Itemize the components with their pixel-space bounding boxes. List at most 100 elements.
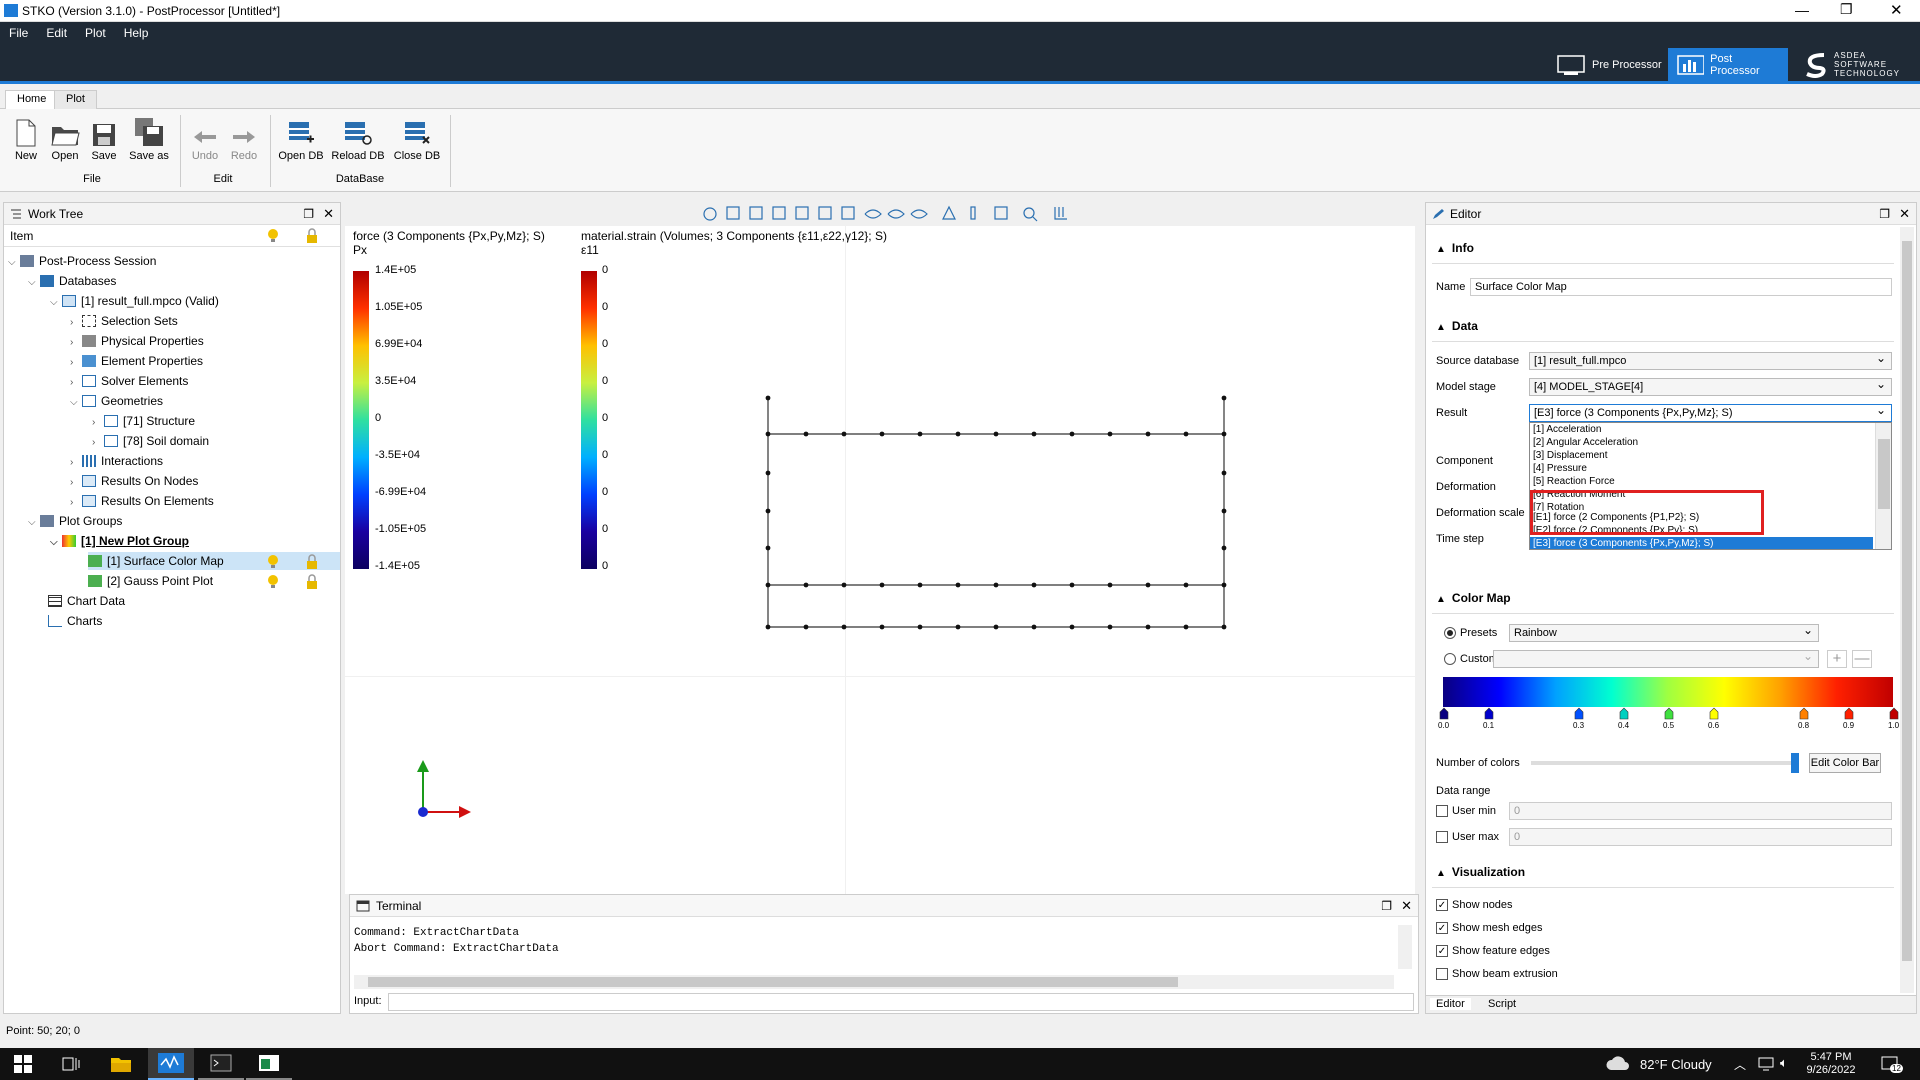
- result-select[interactable]: [E3] force (3 Components {Px,Py,Mz}; S): [1529, 403, 1892, 422]
- colormap-stop-handle[interactable]: [1574, 707, 1584, 720]
- scroll-thumb[interactable]: [368, 977, 1178, 987]
- tree-item-session[interactable]: ⌵ Post-Process Session: [8, 252, 156, 270]
- tab-script[interactable]: Script: [1482, 998, 1522, 1010]
- scroll-thumb[interactable]: [1902, 241, 1912, 961]
- user-max-checkbox[interactable]: User max: [1436, 831, 1499, 843]
- visibility-bulb-icon[interactable]: [266, 574, 280, 590]
- tree-item-geometries[interactable]: ⌵ Geometries: [70, 392, 163, 410]
- tree-item-charts[interactable]: Charts: [48, 612, 102, 630]
- undo-button[interactable]: Undo: [183, 117, 227, 162]
- tree-item-physical-properties[interactable]: › Physical Properties: [70, 332, 204, 350]
- windows-start-icon[interactable]: [0, 1048, 46, 1080]
- section-data[interactable]: Data: [1436, 319, 1478, 333]
- app-taskbar-icon[interactable]: [246, 1048, 292, 1080]
- close-db-button[interactable]: Close DB: [392, 117, 442, 162]
- menu-plot[interactable]: Plot: [76, 22, 115, 44]
- volume-icon[interactable]: 🔈︎: [1780, 1055, 1788, 1071]
- colormap-gradient[interactable]: [1443, 677, 1893, 707]
- tree-item-results-on-nodes[interactable]: › Results On Nodes: [70, 472, 198, 490]
- model-mesh[interactable]: [345, 226, 1415, 894]
- section-color-map[interactable]: Color Map: [1436, 591, 1511, 605]
- add-color-button[interactable]: +: [1827, 650, 1847, 668]
- dropdown-option[interactable]: [5] Reaction Force: [1530, 475, 1891, 488]
- model-stage-select[interactable]: [4] MODEL_STAGE[4]: [1529, 377, 1892, 396]
- clock[interactable]: 5:47 PM 9/26/2022: [1800, 1051, 1862, 1077]
- tree-item-element-properties[interactable]: › Element Properties: [70, 352, 203, 370]
- ncolors-slider-track[interactable]: [1531, 761, 1791, 765]
- user-max-input[interactable]: 0: [1509, 828, 1892, 846]
- terminal-taskbar-icon[interactable]: [198, 1048, 244, 1080]
- tree-item-plot-groups[interactable]: ⌵ Plot Groups: [28, 512, 122, 530]
- lock-icon[interactable]: [305, 574, 319, 590]
- menu-edit[interactable]: Edit: [37, 22, 76, 44]
- viewport[interactable]: force (3 Components {Px,Py,Mz}; S) Px 1.…: [345, 226, 1415, 894]
- file-explorer-icon[interactable]: [98, 1048, 144, 1080]
- chevron-up-icon[interactable]: ︿: [1734, 1056, 1746, 1073]
- open-button[interactable]: Open: [43, 117, 87, 162]
- tab-editor[interactable]: Editor: [1430, 998, 1471, 1010]
- user-min-input[interactable]: 0: [1509, 802, 1892, 820]
- terminal-vscrollbar[interactable]: [1398, 925, 1412, 969]
- new-button[interactable]: New: [4, 117, 48, 162]
- colormap-stop-handle[interactable]: [1619, 707, 1629, 720]
- close-panel-icon[interactable]: ✕: [1401, 898, 1412, 914]
- lock-icon[interactable]: [305, 554, 319, 570]
- close-panel-icon[interactable]: ✕: [1899, 206, 1910, 222]
- redo-button[interactable]: Redo: [222, 117, 266, 162]
- tab-plot[interactable]: Plot: [54, 90, 97, 109]
- presets-select[interactable]: Rainbow: [1509, 623, 1819, 642]
- network-icon[interactable]: [1757, 1056, 1775, 1072]
- post-processor-button[interactable]: Post Processor: [1668, 48, 1788, 81]
- menu-help[interactable]: Help: [115, 22, 158, 44]
- show-beam-extrusion-checkbox[interactable]: Show beam extrusion: [1436, 968, 1558, 980]
- weather-text[interactable]: 82°F Cloudy: [1640, 1057, 1712, 1072]
- colormap-stop-handle[interactable]: [1889, 707, 1899, 720]
- tree-item-structure[interactable]: › [71] Structure: [92, 412, 195, 430]
- edit-color-bar-button[interactable]: Edit Color Bar: [1809, 753, 1881, 773]
- tree-item-selection-sets[interactable]: › Selection Sets: [70, 312, 178, 330]
- tree-item-gauss-point-plot[interactable]: [2] Gauss Point Plot: [88, 572, 213, 590]
- dropdown-option[interactable]: [2] Angular Acceleration: [1530, 436, 1891, 449]
- minimize-button[interactable]: —: [1795, 2, 1809, 18]
- user-min-checkbox[interactable]: User min: [1436, 805, 1496, 817]
- task-view-icon[interactable]: [48, 1048, 94, 1080]
- tree-item-interactions[interactable]: › Interactions: [70, 452, 163, 470]
- view-tool-icons[interactable]: [345, 202, 1415, 224]
- menu-file[interactable]: File: [0, 22, 37, 44]
- reload-db-button[interactable]: Reload DB: [330, 117, 386, 162]
- tree-item-results-on-elements[interactable]: › Results On Elements: [70, 492, 214, 510]
- tree-item-databases[interactable]: ⌵ Databases: [28, 272, 116, 290]
- editor-scrollbar[interactable]: [1900, 227, 1914, 993]
- dropdown-option[interactable]: [1] Acceleration: [1530, 423, 1891, 436]
- source-db-select[interactable]: [1] result_full.mpco: [1529, 351, 1892, 370]
- colormap-stop-handle[interactable]: [1844, 707, 1854, 720]
- name-input[interactable]: Surface Color Map: [1470, 278, 1892, 296]
- ncolors-slider-handle[interactable]: [1791, 753, 1799, 773]
- dropdown-option-selected[interactable]: [E3] force (3 Components {Px,Py,Mz}; S): [1530, 537, 1873, 549]
- remove-color-button[interactable]: —: [1852, 650, 1872, 668]
- dropdown-scrollbar[interactable]: [1875, 423, 1891, 549]
- colormap-stop-handle[interactable]: [1664, 707, 1674, 720]
- section-visualization[interactable]: Visualization: [1436, 865, 1525, 879]
- tree-item-chart-data[interactable]: Chart Data: [48, 592, 125, 610]
- save-as-button[interactable]: Save as: [127, 117, 171, 162]
- float-panel-icon[interactable]: ❐: [1381, 899, 1392, 913]
- tree-item-new-plot-group[interactable]: ⌵ [1] New Plot Group: [50, 532, 189, 550]
- save-button[interactable]: Save: [82, 117, 126, 162]
- dropdown-option[interactable]: [3] Displacement: [1530, 449, 1891, 462]
- pre-processor-button[interactable]: Pre Processor: [1548, 48, 1670, 81]
- colormap-stop-handle[interactable]: [1799, 707, 1809, 720]
- colormap-stop-handle[interactable]: [1484, 707, 1494, 720]
- cloud-weather-icon[interactable]: [1605, 1054, 1631, 1074]
- show-feature-edges-checkbox[interactable]: ✓ Show feature edges: [1436, 945, 1550, 957]
- terminal-input[interactable]: [388, 993, 1414, 1011]
- tab-home[interactable]: Home: [5, 90, 59, 109]
- colormap-stop-handle[interactable]: [1439, 707, 1449, 720]
- dropdown-option[interactable]: [4] Pressure: [1530, 462, 1891, 475]
- terminal-hscrollbar[interactable]: [354, 975, 1394, 989]
- section-info[interactable]: Info: [1436, 241, 1474, 255]
- scroll-thumb[interactable]: [1878, 439, 1890, 509]
- open-db-button[interactable]: Open DB: [277, 117, 325, 162]
- show-nodes-checkbox[interactable]: ✓ Show nodes: [1436, 899, 1513, 911]
- show-mesh-edges-checkbox[interactable]: ✓ Show mesh edges: [1436, 922, 1543, 934]
